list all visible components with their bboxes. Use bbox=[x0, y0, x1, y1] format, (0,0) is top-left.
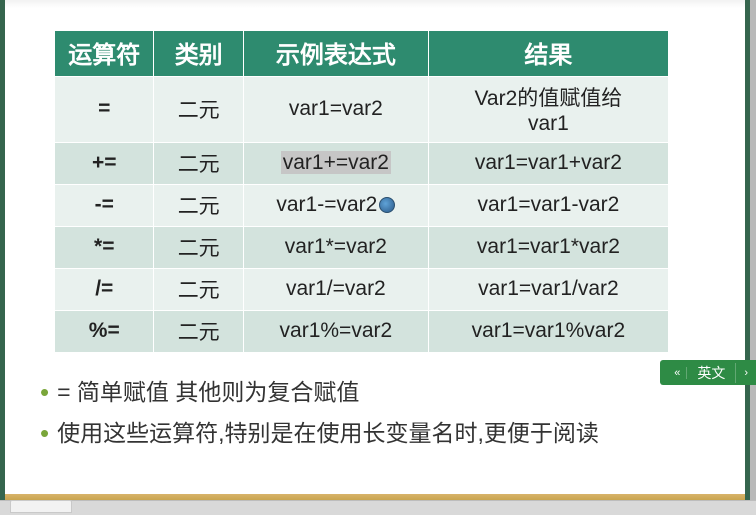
cell-example: var1*=var2 bbox=[243, 227, 428, 269]
cell-example: var1-=var2 bbox=[243, 185, 428, 227]
cell-operator: += bbox=[55, 143, 154, 185]
th-example: 示例表达式 bbox=[243, 31, 428, 77]
cell-example: var1=var2 bbox=[243, 77, 428, 143]
cell-operator: = bbox=[55, 77, 154, 143]
cell-operator: %= bbox=[55, 311, 154, 353]
cell-category: 二元 bbox=[154, 185, 243, 227]
bullet-item: •= 简单赋值 其他则为复合赋值 bbox=[40, 374, 716, 411]
slide-left-border bbox=[0, 0, 5, 515]
slide-right-border bbox=[745, 0, 750, 515]
cell-example: var1+=var2 bbox=[243, 143, 428, 185]
cell-result: var1=var1%var2 bbox=[428, 311, 668, 353]
cell-category: 二元 bbox=[154, 227, 243, 269]
cell-category: 二元 bbox=[154, 311, 243, 353]
cell-result: var1=var1+var2 bbox=[428, 143, 668, 185]
cell-example: var1/=var2 bbox=[243, 269, 428, 311]
operators-table: 运算符 类别 示例表达式 结果 =二元var1=var2Var2的值赋值给var… bbox=[54, 30, 669, 353]
slide-top-shadow bbox=[5, 0, 745, 8]
th-category: 类别 bbox=[154, 31, 243, 77]
edit-cursor-icon bbox=[379, 197, 395, 213]
language-badge[interactable]: « 英文 › bbox=[660, 360, 756, 385]
cell-result: var1=var1-var2 bbox=[428, 185, 668, 227]
cell-category: 二元 bbox=[154, 77, 243, 143]
cell-result: var1=var1/var2 bbox=[428, 269, 668, 311]
tab-stub[interactable] bbox=[10, 500, 72, 513]
app-bottom-chrome bbox=[0, 500, 756, 515]
table-row: /=二元var1/=var2var1=var1/var2 bbox=[55, 269, 669, 311]
bullet-text: 使用这些运算符,特别是在使用长变量名时,更便于阅读 bbox=[57, 415, 599, 452]
cell-category: 二元 bbox=[154, 143, 243, 185]
th-operator: 运算符 bbox=[55, 31, 154, 77]
table-row: *=二元var1*=var2var1=var1*var2 bbox=[55, 227, 669, 269]
bullet-dot-icon: • bbox=[40, 415, 49, 451]
lang-next-icon[interactable]: › bbox=[736, 367, 756, 379]
cell-example: var1%=var2 bbox=[243, 311, 428, 353]
slide-right-edge bbox=[750, 0, 756, 515]
lang-label[interactable]: 英文 bbox=[687, 363, 736, 383]
cell-operator: -= bbox=[55, 185, 154, 227]
table-row: =二元var1=var2Var2的值赋值给var1 bbox=[55, 77, 669, 143]
table-row: +=二元 var1+=var2 var1=var1+var2 bbox=[55, 143, 669, 185]
table-row: -=二元var1-=var2var1=var1-var2 bbox=[55, 185, 669, 227]
bullet-text: = 简单赋值 其他则为复合赋值 bbox=[57, 374, 359, 411]
slide: 运算符 类别 示例表达式 结果 =二元var1=var2Var2的值赋值给var… bbox=[0, 0, 756, 515]
bullet-item: •使用这些运算符,特别是在使用长变量名时,更便于阅读 bbox=[40, 415, 716, 452]
selected-text: var1+=var2 bbox=[281, 151, 391, 174]
table-row: %=二元var1%=var2var1=var1%var2 bbox=[55, 311, 669, 353]
bullet-dot-icon: • bbox=[40, 374, 49, 410]
th-result: 结果 bbox=[428, 31, 668, 77]
bullet-list: •= 简单赋值 其他则为复合赋值•使用这些运算符,特别是在使用长变量名时,更便于… bbox=[40, 374, 716, 456]
cell-operator: /= bbox=[55, 269, 154, 311]
cell-result: Var2的值赋值给var1 bbox=[428, 77, 668, 143]
lang-prev-icon[interactable]: « bbox=[660, 367, 687, 379]
cell-operator: *= bbox=[55, 227, 154, 269]
cell-result: var1=var1*var2 bbox=[428, 227, 668, 269]
cell-category: 二元 bbox=[154, 269, 243, 311]
